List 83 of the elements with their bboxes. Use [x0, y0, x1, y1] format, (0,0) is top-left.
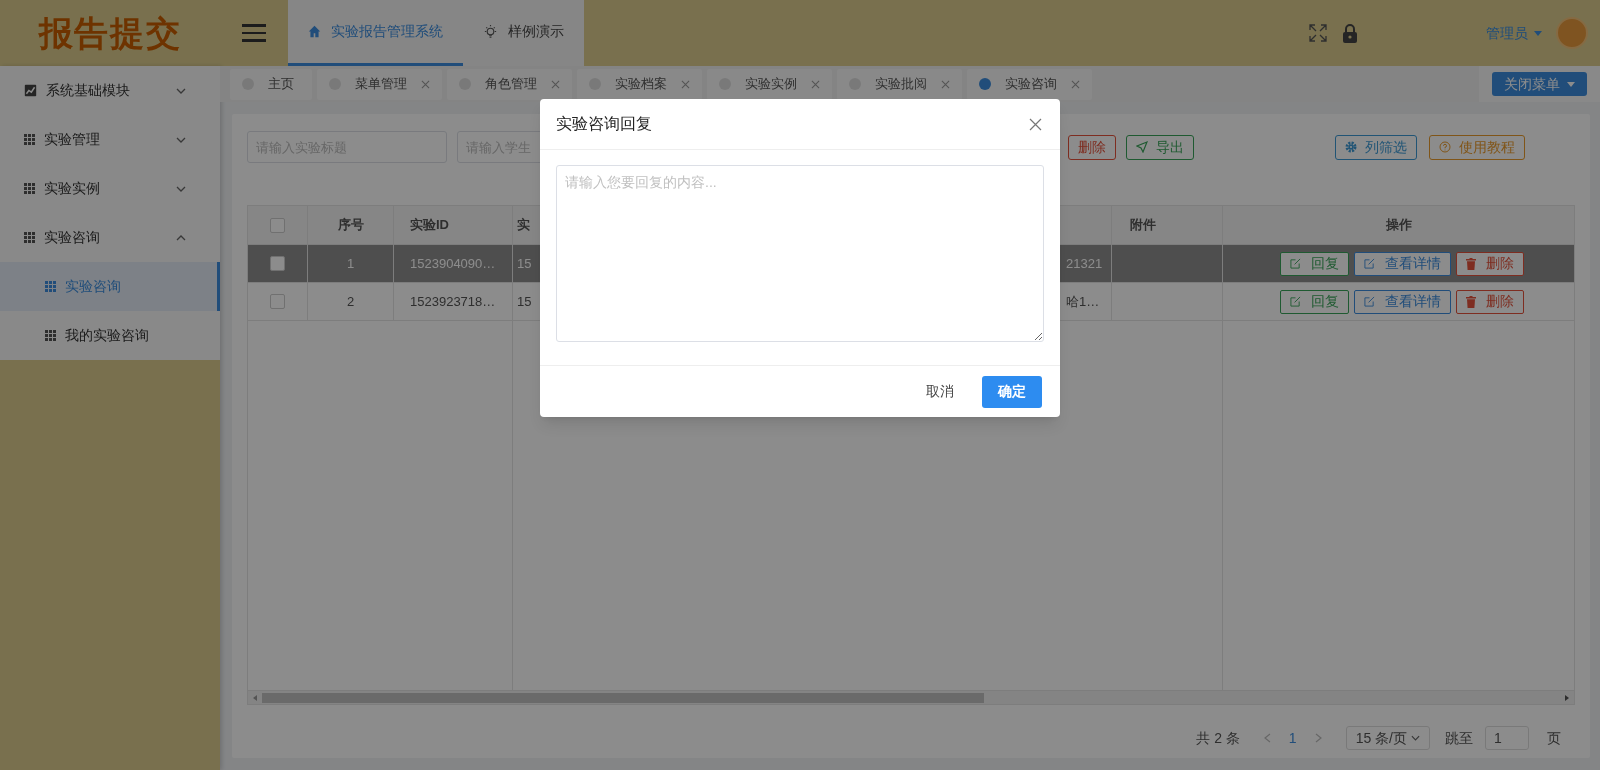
sidebar-item[interactable]: 实验实例 — [0, 164, 220, 213]
caret-icon — [1567, 81, 1575, 87]
close-icon[interactable] — [551, 79, 560, 89]
page-size-select[interactable]: 15 条/页 — [1345, 726, 1430, 750]
settings-icon — [1345, 141, 1357, 153]
logo: 报告提交 — [0, 0, 220, 66]
column-header: 操作 — [1384, 216, 1413, 235]
chevron-down-icon — [176, 87, 186, 94]
table-cell: 2 — [308, 283, 394, 320]
page-tab[interactable]: 主页 — [230, 68, 312, 100]
toolbar-button[interactable]: 删除 — [1068, 134, 1116, 160]
action-button[interactable]: 查看详情 — [1353, 289, 1451, 314]
previous-page-icon[interactable] — [1263, 733, 1271, 743]
chevron-down-icon — [1411, 735, 1420, 741]
close-icon[interactable] — [1071, 79, 1080, 89]
avatar — [1556, 17, 1588, 49]
home-icon — [308, 25, 321, 38]
trash-icon — [1465, 295, 1476, 308]
checkbox[interactable] — [270, 217, 285, 233]
action-button[interactable]: 回复 — [1279, 251, 1349, 276]
horizontal-scrollbar[interactable] — [248, 690, 1574, 704]
chevron-up-icon — [176, 234, 186, 241]
sidebar-item[interactable]: 实验咨询 — [0, 213, 220, 262]
sidebar-item[interactable]: 实验管理 — [0, 115, 220, 164]
action-button[interactable]: 删除 — [1455, 289, 1524, 314]
page-tab[interactable]: 实验批阅 — [837, 68, 962, 100]
total-count: 共 2 条 — [1196, 728, 1240, 748]
action-button[interactable]: 查看详情 — [1353, 251, 1451, 276]
page-number[interactable]: 1 — [1282, 727, 1303, 749]
edit-icon — [1289, 296, 1301, 307]
table-cell: 1523904090… — [394, 245, 513, 282]
sidebar-subitem[interactable]: 我的实验咨询 — [0, 311, 220, 360]
grid-icon — [45, 281, 56, 292]
nav-tab[interactable]: 样例演示 — [463, 0, 584, 66]
trash-icon — [1465, 257, 1476, 270]
fullscreen-icon[interactable] — [1308, 23, 1328, 43]
close-menu-button[interactable]: 关闭菜单 — [1492, 72, 1587, 96]
checkbox[interactable] — [270, 294, 285, 309]
checkbox[interactable] — [270, 256, 285, 271]
edit-icon — [1363, 258, 1375, 269]
help-icon — [1439, 141, 1451, 153]
page-tab[interactable]: 实验实例 — [707, 68, 832, 100]
column-header: 实验ID — [394, 206, 513, 244]
jump-label: 跳至 — [1445, 728, 1473, 748]
action-button[interactable]: 删除 — [1455, 251, 1524, 276]
column-header: 附件 — [1112, 206, 1223, 244]
grid-icon — [24, 232, 35, 243]
dialog-title: 实验咨询回复 — [556, 114, 652, 134]
chevron-down-icon — [176, 136, 186, 143]
edit-icon — [1289, 258, 1301, 269]
lock-icon[interactable] — [1342, 23, 1358, 43]
toolbar-button[interactable]: 导出 — [1126, 134, 1194, 160]
close-icon[interactable] — [681, 79, 690, 89]
edit-icon — [1363, 296, 1375, 307]
table-cell: 1523923718… — [394, 283, 513, 320]
grid-icon — [24, 134, 35, 145]
page-tab[interactable]: 角色管理 — [447, 68, 572, 100]
dialog-button[interactable]: 取消 — [920, 375, 960, 408]
page-tab[interactable]: 菜单管理 — [317, 68, 442, 100]
close-icon[interactable] — [1029, 117, 1042, 131]
lightbulb-icon — [483, 24, 498, 39]
close-icon[interactable] — [421, 79, 430, 89]
send-icon — [1136, 141, 1148, 153]
chart-icon — [24, 84, 37, 97]
nav-tab[interactable]: 实验报告管理系统 — [288, 0, 463, 66]
column-header: 序号 — [308, 206, 394, 244]
grid-icon — [24, 183, 35, 194]
toolbar-button[interactable]: 列筛选 — [1335, 134, 1417, 160]
next-page-icon[interactable] — [1314, 733, 1322, 743]
grid-icon — [45, 330, 56, 341]
dialog-button[interactable]: 确定 — [982, 375, 1042, 408]
action-button[interactable]: 回复 — [1279, 289, 1349, 314]
table-cell: 1 — [308, 245, 394, 282]
caret-icon — [1534, 30, 1542, 36]
close-icon[interactable] — [811, 79, 820, 89]
page-input[interactable]: 1 — [1485, 726, 1529, 750]
sidebar-item[interactable]: 系统基础模块 — [0, 66, 220, 115]
page-tab[interactable]: 实验咨询 — [967, 68, 1092, 100]
chevron-down-icon — [176, 185, 186, 192]
page-tab[interactable]: 实验档案 — [577, 68, 702, 100]
close-icon[interactable] — [941, 79, 950, 89]
page-suffix: 页 — [1547, 728, 1561, 748]
sidebar-subitem[interactable]: 实验咨询 — [0, 262, 220, 311]
